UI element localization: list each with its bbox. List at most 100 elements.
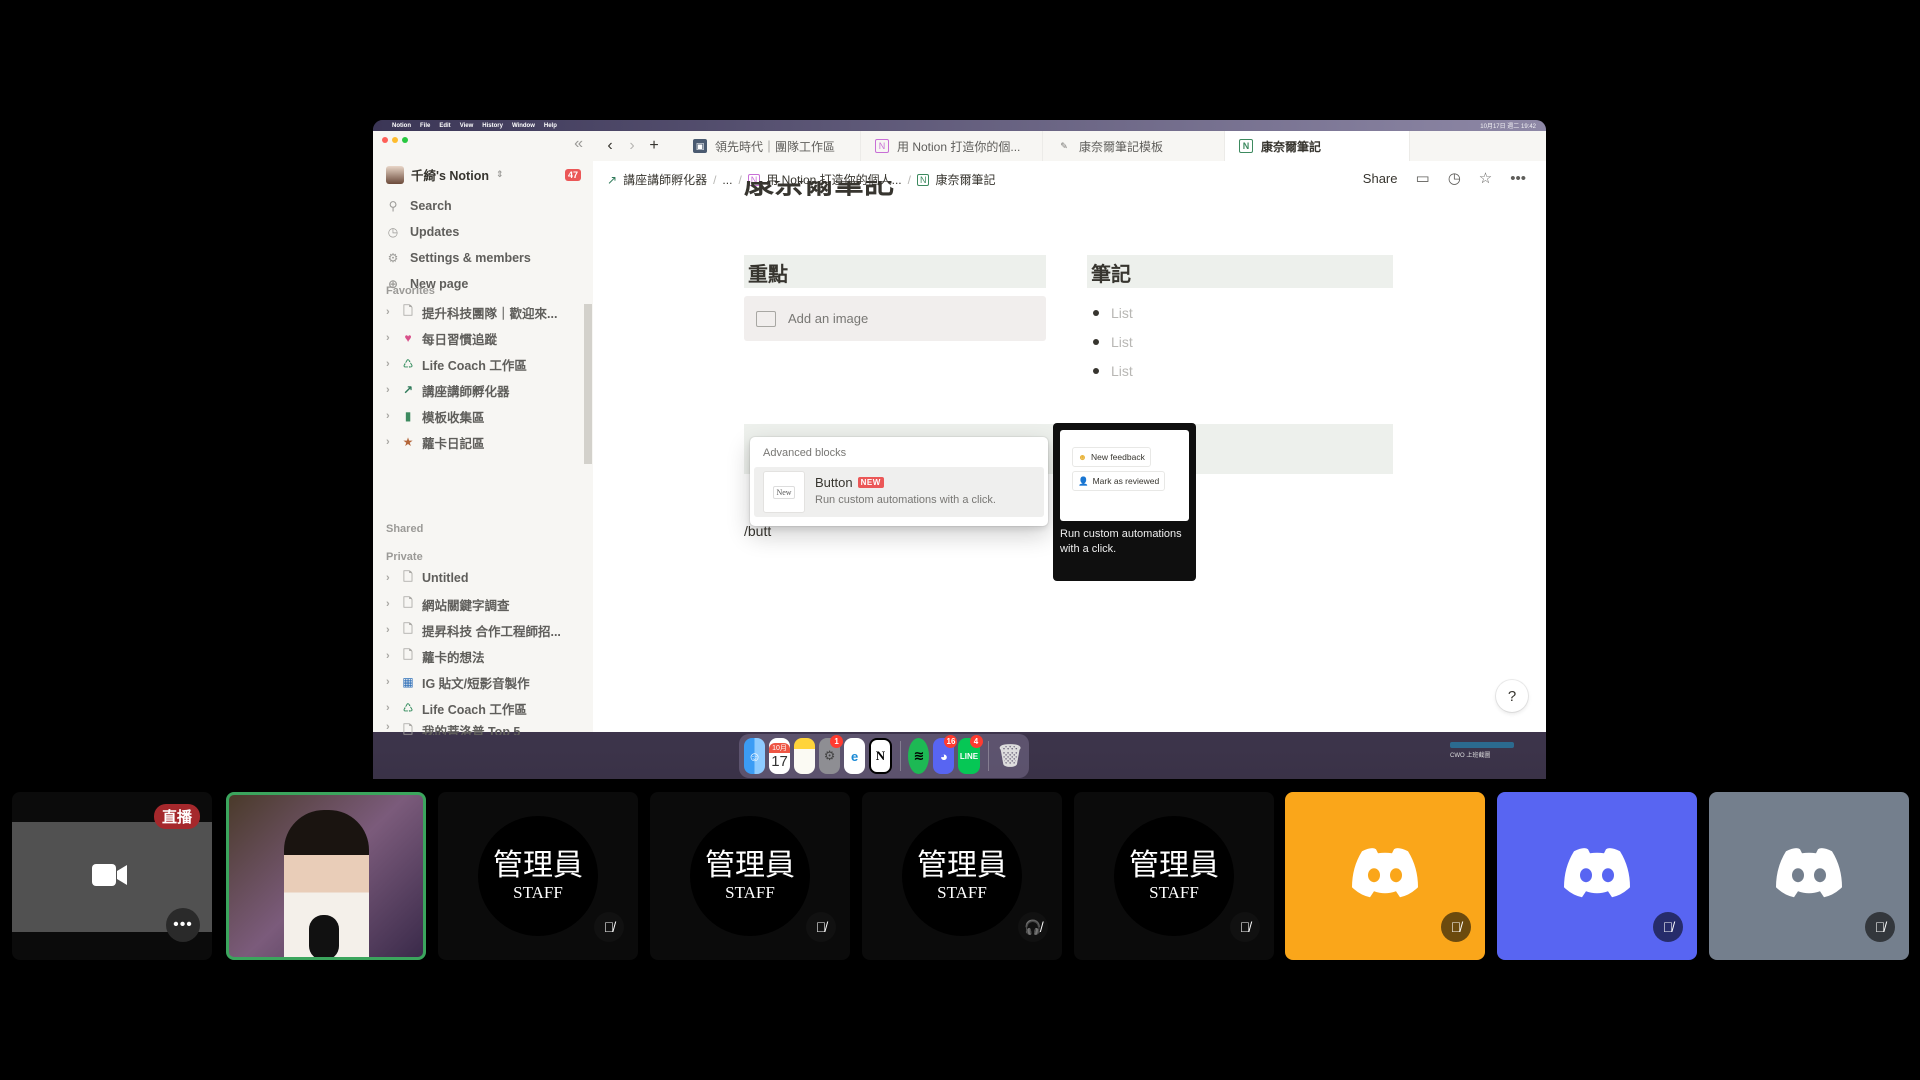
tab-team-workspace[interactable]: ▣ 領先時代｜團隊工作區 — [679, 131, 861, 161]
private-item[interactable]: › ♺ Life Coach 工作區 — [386, 695, 561, 721]
private-item[interactable]: › 🗋 Untitled — [386, 565, 561, 591]
menubar-clock[interactable]: 10月17日 週二 19:42 — [1480, 121, 1536, 130]
sidebar-item-updates[interactable]: ◷ Updates — [386, 219, 531, 245]
breadcrumb-item[interactable]: ... — [722, 173, 732, 187]
participant-tile-speaker[interactable] — [226, 792, 426, 960]
chevron-right-icon[interactable]: › — [386, 384, 394, 396]
tab-notion-guide[interactable]: N 用 Notion 打造你的個... — [861, 131, 1043, 161]
history-icon[interactable]: ◷ — [1448, 169, 1461, 187]
comment-icon[interactable]: ▭ — [1416, 169, 1430, 187]
list-item[interactable]: List — [1093, 305, 1133, 321]
shared-screen[interactable]: Notion File Edit View History Window Hel… — [373, 120, 1546, 779]
menu-window[interactable]: Window — [512, 123, 535, 129]
breadcrumb-item[interactable]: 康奈爾筆記 — [935, 171, 995, 188]
participant-tile-discord[interactable]: 🎙̸ — [1709, 792, 1909, 960]
list-item-text: List — [1111, 334, 1133, 350]
participant-tile-staff[interactable]: 管理員 STAFF 🎧̸ — [862, 792, 1062, 960]
menu-help[interactable]: Help — [544, 123, 557, 129]
private-item[interactable]: › 🗋 我的菩洛普 Top 5 — [386, 721, 561, 735]
more-options-button[interactable]: ••• — [166, 908, 200, 942]
chevron-right-icon[interactable]: › — [386, 332, 394, 344]
chevron-right-icon[interactable]: › — [386, 721, 394, 733]
calendar-icon[interactable]: 10月 17 — [769, 738, 791, 774]
sidebar-item-settings[interactable]: ⚙ Settings & members — [386, 245, 531, 271]
more-icon[interactable]: ••• — [1510, 170, 1526, 187]
menu-view[interactable]: View — [460, 123, 474, 129]
private-label: Private — [386, 551, 423, 563]
back-icon[interactable]: ‹ — [599, 137, 621, 155]
staff-avatar: 管理員 STAFF — [902, 816, 1022, 936]
finder-icon[interactable]: ☺ — [744, 738, 766, 774]
line-icon[interactable]: LINE 4 — [958, 735, 983, 774]
close-window-button[interactable] — [382, 137, 388, 143]
participant-tile-discord[interactable]: 🎙̸ — [1497, 792, 1697, 960]
help-button[interactable]: ? — [1496, 680, 1528, 712]
participant-tile-staff[interactable]: 管理員 STAFF 🎙̸ — [650, 792, 850, 960]
favorite-item[interactable]: › ▮ 模板收集區 — [386, 403, 557, 429]
favorite-item[interactable]: › ♺ Life Coach 工作區 — [386, 351, 557, 377]
discord-app-icon[interactable]: ◕ 16 — [933, 735, 958, 774]
chevron-right-icon[interactable]: › — [386, 358, 394, 370]
staff-avatar: 管理員 STAFF — [478, 816, 598, 936]
heading-notes[interactable]: 筆記 — [1087, 255, 1393, 288]
page-title[interactable]: 康奈爾筆記 — [744, 181, 894, 199]
chevron-right-icon[interactable]: › — [386, 436, 394, 448]
cards-icon: ▮ — [404, 409, 412, 423]
spotify-icon[interactable]: ≋ — [908, 738, 930, 774]
menu-edit[interactable]: Edit — [439, 123, 450, 129]
favorites-label: Favorites — [386, 285, 435, 297]
edit-lines-icon: ✎ — [1060, 140, 1068, 151]
chevron-right-icon[interactable]: › — [386, 306, 394, 318]
system-settings-icon[interactable]: ⚙ 1 — [819, 735, 844, 774]
private-item[interactable]: › 🗋 蘿卡的想法 — [386, 643, 561, 669]
participant-tile-screenshare[interactable]: 直播 ••• — [12, 792, 212, 960]
chevron-right-icon[interactable]: › — [386, 702, 394, 714]
sidebar-nav: ⚲ Search ◷ Updates ⚙ Settings & members ⊕ Ne… — [386, 193, 531, 297]
add-image-block[interactable]: Add an image — [744, 296, 1046, 341]
private-label-text: IG 貼文/短影音製作 — [422, 676, 530, 691]
private-item[interactable]: › 🗋 提昇科技 合作工程師招... — [386, 617, 561, 643]
edge-icon[interactable]: e — [844, 738, 866, 774]
menu-file[interactable]: File — [420, 123, 430, 129]
favorite-item[interactable]: › ♥ 每日習慣追蹤 — [386, 325, 557, 351]
menu-notion[interactable]: Notion — [392, 123, 411, 129]
workspace-switcher[interactable]: 千綺's Notion ⇕ 47 — [386, 165, 581, 184]
menu-history[interactable]: History — [482, 123, 503, 129]
minimize-window-button[interactable] — [392, 137, 398, 143]
trash-icon[interactable]: 🗑 — [996, 738, 1024, 774]
sidebar-scrollbar[interactable] — [584, 304, 592, 464]
participant-tile-staff[interactable]: 管理員 STAFF 🎙̸ — [438, 792, 638, 960]
favorite-item[interactable]: › ↗ 講座講師孵化器 — [386, 377, 557, 403]
menu-item-button[interactable]: New Button NEW Run custom automations wit… — [754, 467, 1044, 517]
avatar-text-zh: 管理員 — [493, 848, 583, 883]
desktop-folder-icon[interactable] — [1450, 742, 1514, 748]
favorite-item[interactable]: › ★ 蘿卡日記區 — [386, 429, 557, 455]
heading-key-points[interactable]: 重點 — [744, 255, 1046, 288]
chevron-right-icon[interactable]: › — [386, 624, 394, 636]
participant-tile-staff[interactable]: 管理員 STAFF 🎙̸ — [1074, 792, 1274, 960]
favorite-item[interactable]: › 🗋 提升科技團隊｜歡迎來... — [386, 299, 557, 325]
private-item[interactable]: › 🗋 網站關鍵字調查 — [386, 591, 561, 617]
private-item[interactable]: › ▦ IG 貼文/短影音製作 — [386, 669, 561, 695]
notion-app-icon[interactable]: N — [869, 738, 892, 774]
breadcrumb-item[interactable]: 講座講師孵化器 — [623, 171, 707, 188]
share-button[interactable]: Share — [1363, 171, 1398, 186]
sidebar-item-search[interactable]: ⚲ Search — [386, 193, 531, 219]
chevron-right-icon[interactable]: › — [386, 676, 394, 688]
mac-menubar: Notion File Edit View History Window Hel… — [373, 120, 1546, 131]
new-tab-icon[interactable]: + — [643, 137, 665, 155]
tab-cornell-template[interactable]: ✎ 康奈爾筆記模板 — [1043, 131, 1225, 161]
list-item[interactable]: List — [1093, 363, 1133, 379]
chevron-right-icon[interactable]: › — [386, 598, 394, 610]
chevron-right-icon[interactable]: › — [386, 650, 394, 662]
forward-icon[interactable]: › — [621, 137, 643, 155]
favorite-star-icon[interactable]: ☆ — [1479, 169, 1492, 187]
list-item[interactable]: List — [1093, 334, 1133, 350]
chevron-right-icon[interactable]: › — [386, 572, 394, 584]
participant-tile-discord[interactable]: 🎙̸ — [1285, 792, 1485, 960]
tab-cornell-notes[interactable]: N 康奈爾筆記 — [1225, 131, 1410, 161]
maximize-window-button[interactable] — [402, 137, 408, 143]
chevron-right-icon[interactable]: › — [386, 410, 394, 422]
notes-icon[interactable] — [794, 738, 816, 774]
collapse-sidebar-icon[interactable]: « — [574, 135, 583, 153]
